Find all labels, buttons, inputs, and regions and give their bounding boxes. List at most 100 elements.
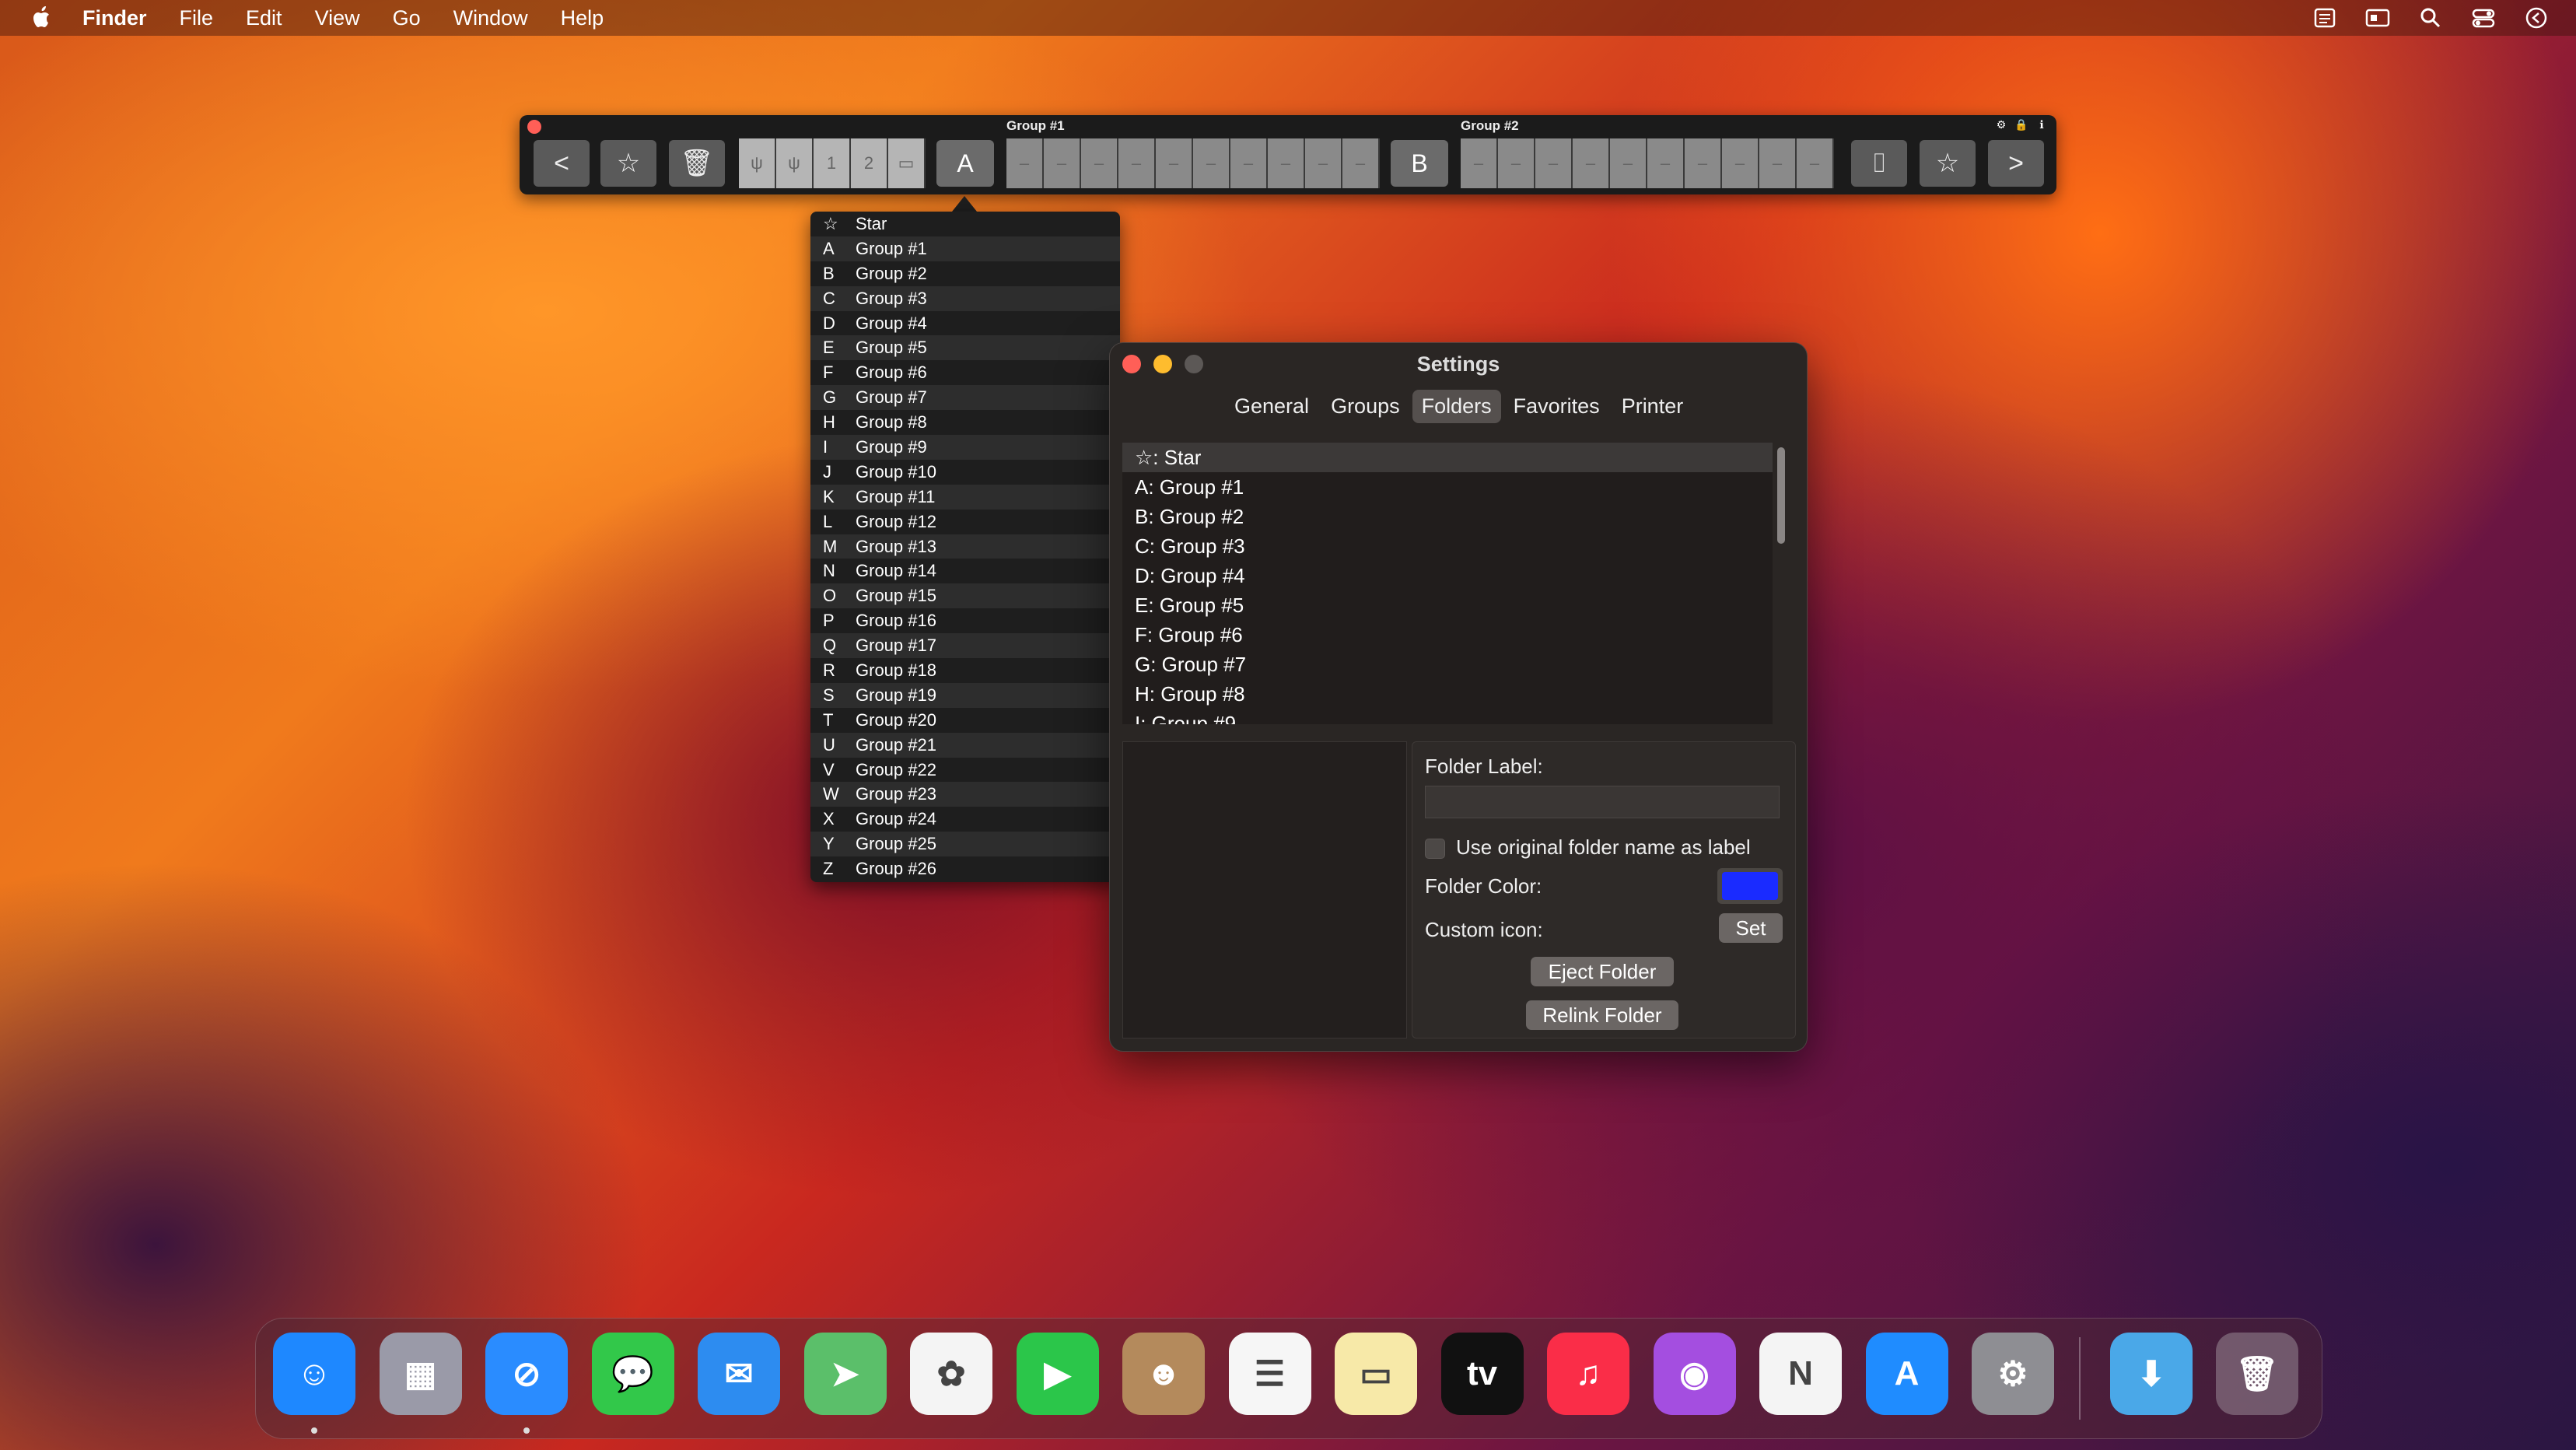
menu-file[interactable]: File xyxy=(180,6,214,30)
empty-slot[interactable]: – xyxy=(1573,138,1610,188)
messages-icon[interactable]: 💬 xyxy=(591,1333,674,1415)
dropdown-item[interactable]: Z Group #26 xyxy=(810,856,1120,881)
maps-icon[interactable]: ➤ xyxy=(803,1333,887,1415)
menu-view[interactable]: View xyxy=(315,6,360,30)
use-original-checkbox[interactable] xyxy=(1425,839,1445,859)
dropdown-item[interactable]: X Group #24 xyxy=(810,807,1120,832)
empty-slot[interactable]: – xyxy=(1685,138,1722,188)
dropdown-item[interactable]: O Group #15 xyxy=(810,583,1120,609)
folder-list[interactable]: ☆: Star A: Group #1 B: Group #2 C: Group #3… xyxy=(1122,443,1773,724)
menu-window[interactable]: Window xyxy=(453,6,528,30)
slot-a4[interactable]: 2 xyxy=(851,138,888,188)
panel-close-button[interactable] xyxy=(527,120,541,134)
folder-label-field[interactable] xyxy=(1425,786,1780,818)
dropdown-item[interactable]: S Group #19 xyxy=(810,682,1120,708)
contacts-icon[interactable]: ☻ xyxy=(1122,1333,1205,1415)
star-button[interactable]: ☆ xyxy=(600,140,656,187)
tab-folders[interactable]: Folders xyxy=(1412,390,1501,423)
empty-slot[interactable]: – xyxy=(1759,138,1797,188)
back-button[interactable]: < xyxy=(534,140,590,187)
folder-list-row[interactable]: C: Group #3 xyxy=(1122,531,1773,561)
dropdown-item[interactable]: Y Group #25 xyxy=(810,832,1120,857)
dropdown-item[interactable]: ☆ Star xyxy=(810,212,1120,236)
dropdown-item[interactable]: M Group #13 xyxy=(810,534,1120,559)
menu-edit[interactable]: Edit xyxy=(246,6,282,30)
search-icon[interactable] xyxy=(2417,6,2444,30)
empty-slot[interactable]: – xyxy=(1230,138,1268,188)
empty-slot[interactable]: – xyxy=(1044,138,1081,188)
tab-favorites[interactable]: Favorites xyxy=(1504,390,1609,423)
system-settings-icon[interactable]: ⚙ xyxy=(1972,1333,2054,1415)
empty-slot[interactable]: – xyxy=(1498,138,1535,188)
empty-slot[interactable]: – xyxy=(1118,138,1156,188)
dropdown-item[interactable]: N Group #14 xyxy=(810,559,1120,583)
dropdown-item[interactable]: I Group #9 xyxy=(810,435,1120,460)
facetime-icon[interactable]: ▶ xyxy=(1016,1333,1099,1415)
folder-list-row[interactable]: G: Group #7 xyxy=(1122,650,1773,679)
notes-icon[interactable]: ▭ xyxy=(1335,1333,1417,1415)
folder-list-row[interactable]: E: Group #5 xyxy=(1122,590,1773,620)
dropdown-item[interactable]: H Group #8 xyxy=(810,410,1120,435)
apple-menu-icon[interactable] xyxy=(30,5,54,30)
folder-list-row[interactable]: A: Group #1 xyxy=(1122,472,1773,502)
empty-slot[interactable]: – xyxy=(1647,138,1685,188)
tab-groups[interactable]: Groups xyxy=(1321,390,1409,423)
slot-a3[interactable]: 1 xyxy=(814,138,851,188)
settings-gear-icon[interactable]: ⚙ xyxy=(1994,117,2008,131)
mail-icon[interactable]: ✉ xyxy=(698,1333,780,1415)
finder-icon[interactable]: ☺ xyxy=(273,1333,355,1415)
folder-list-row[interactable]: ☆: Star xyxy=(1122,443,1773,472)
music-icon[interactable]: ♫ xyxy=(1547,1333,1629,1415)
trash-button[interactable]: 🗑 xyxy=(669,140,725,187)
relink-folder-button[interactable]: Relink Folder xyxy=(1526,1000,1678,1030)
menu-app-name[interactable]: Finder xyxy=(82,6,147,30)
menu-help[interactable]: Help xyxy=(561,6,604,30)
lock-icon[interactable]: 🔒 xyxy=(2014,117,2028,131)
dropdown-item[interactable]: R Group #18 xyxy=(810,658,1120,683)
control-center-icon[interactable] xyxy=(2470,6,2497,30)
launchpad-icon[interactable]: ▦ xyxy=(379,1333,462,1415)
dropdown-item[interactable]: F Group #6 xyxy=(810,360,1120,385)
empty-slot[interactable]: – xyxy=(1156,138,1193,188)
calendar-icon[interactable] xyxy=(2364,6,2391,30)
empty-slot[interactable]: – xyxy=(1006,138,1044,188)
dropdown-item[interactable]: G Group #7 xyxy=(810,385,1120,411)
appletv-icon[interactable]: tv xyxy=(1440,1333,1524,1415)
eject-folder-button[interactable]: Eject Folder xyxy=(1531,957,1674,986)
slot-a1[interactable]: ψ xyxy=(739,138,776,188)
empty-slot[interactable]: – xyxy=(1081,138,1118,188)
dropdown-item[interactable]: A Group #1 xyxy=(810,236,1120,261)
empty-slot[interactable]: – xyxy=(1461,138,1498,188)
folder-color-well[interactable] xyxy=(1717,868,1783,904)
trash-icon[interactable]: 🗑 xyxy=(2216,1333,2298,1415)
downloads-folder-icon[interactable]: ⬇ xyxy=(2110,1333,2193,1415)
folder-list-row[interactable]: D: Group #4 xyxy=(1122,561,1773,590)
dropdown-item[interactable]: K Group #11 xyxy=(810,484,1120,510)
slot-a2[interactable]: ψ xyxy=(776,138,814,188)
dropdown-item[interactable]: W Group #23 xyxy=(810,782,1120,807)
tab-general[interactable]: General xyxy=(1225,390,1318,423)
empty-slot[interactable]: – xyxy=(1797,138,1834,188)
text-input-icon[interactable] xyxy=(2312,6,2338,30)
appstore-icon[interactable]: A xyxy=(1865,1333,1948,1415)
empty-slot[interactable]: – xyxy=(1305,138,1342,188)
dropdown-item[interactable]: T Group #20 xyxy=(810,708,1120,733)
set-icon-button[interactable]: Set xyxy=(1719,913,1783,943)
podcasts-icon[interactable]: ◉ xyxy=(1653,1333,1736,1415)
group-b-button[interactable]: B xyxy=(1391,140,1448,187)
tab-printer[interactable]: Printer xyxy=(1612,390,1693,423)
slot-a5-folder[interactable]: ▭ xyxy=(888,138,926,188)
info-icon[interactable]: ℹ xyxy=(2035,117,2049,131)
folder-list-row[interactable]: H: Group #8 xyxy=(1122,679,1773,709)
empty-slot[interactable]: – xyxy=(1610,138,1647,188)
empty-slot[interactable]: – xyxy=(1535,138,1573,188)
dropdown-item[interactable]: L Group #12 xyxy=(810,510,1120,534)
dropdown-item[interactable]: Q Group #17 xyxy=(810,633,1120,659)
empty-slot[interactable]: – xyxy=(1722,138,1759,188)
news-icon[interactable]: N xyxy=(1759,1333,1842,1415)
folder-list-row[interactable]: F: Group #6 xyxy=(1122,620,1773,650)
dropdown-item[interactable]: E Group #5 xyxy=(810,335,1120,361)
folder-list-scrollbar[interactable] xyxy=(1777,447,1785,544)
empty-slot[interactable]: – xyxy=(1193,138,1230,188)
reminders-icon[interactable]: ☰ xyxy=(1228,1333,1311,1415)
